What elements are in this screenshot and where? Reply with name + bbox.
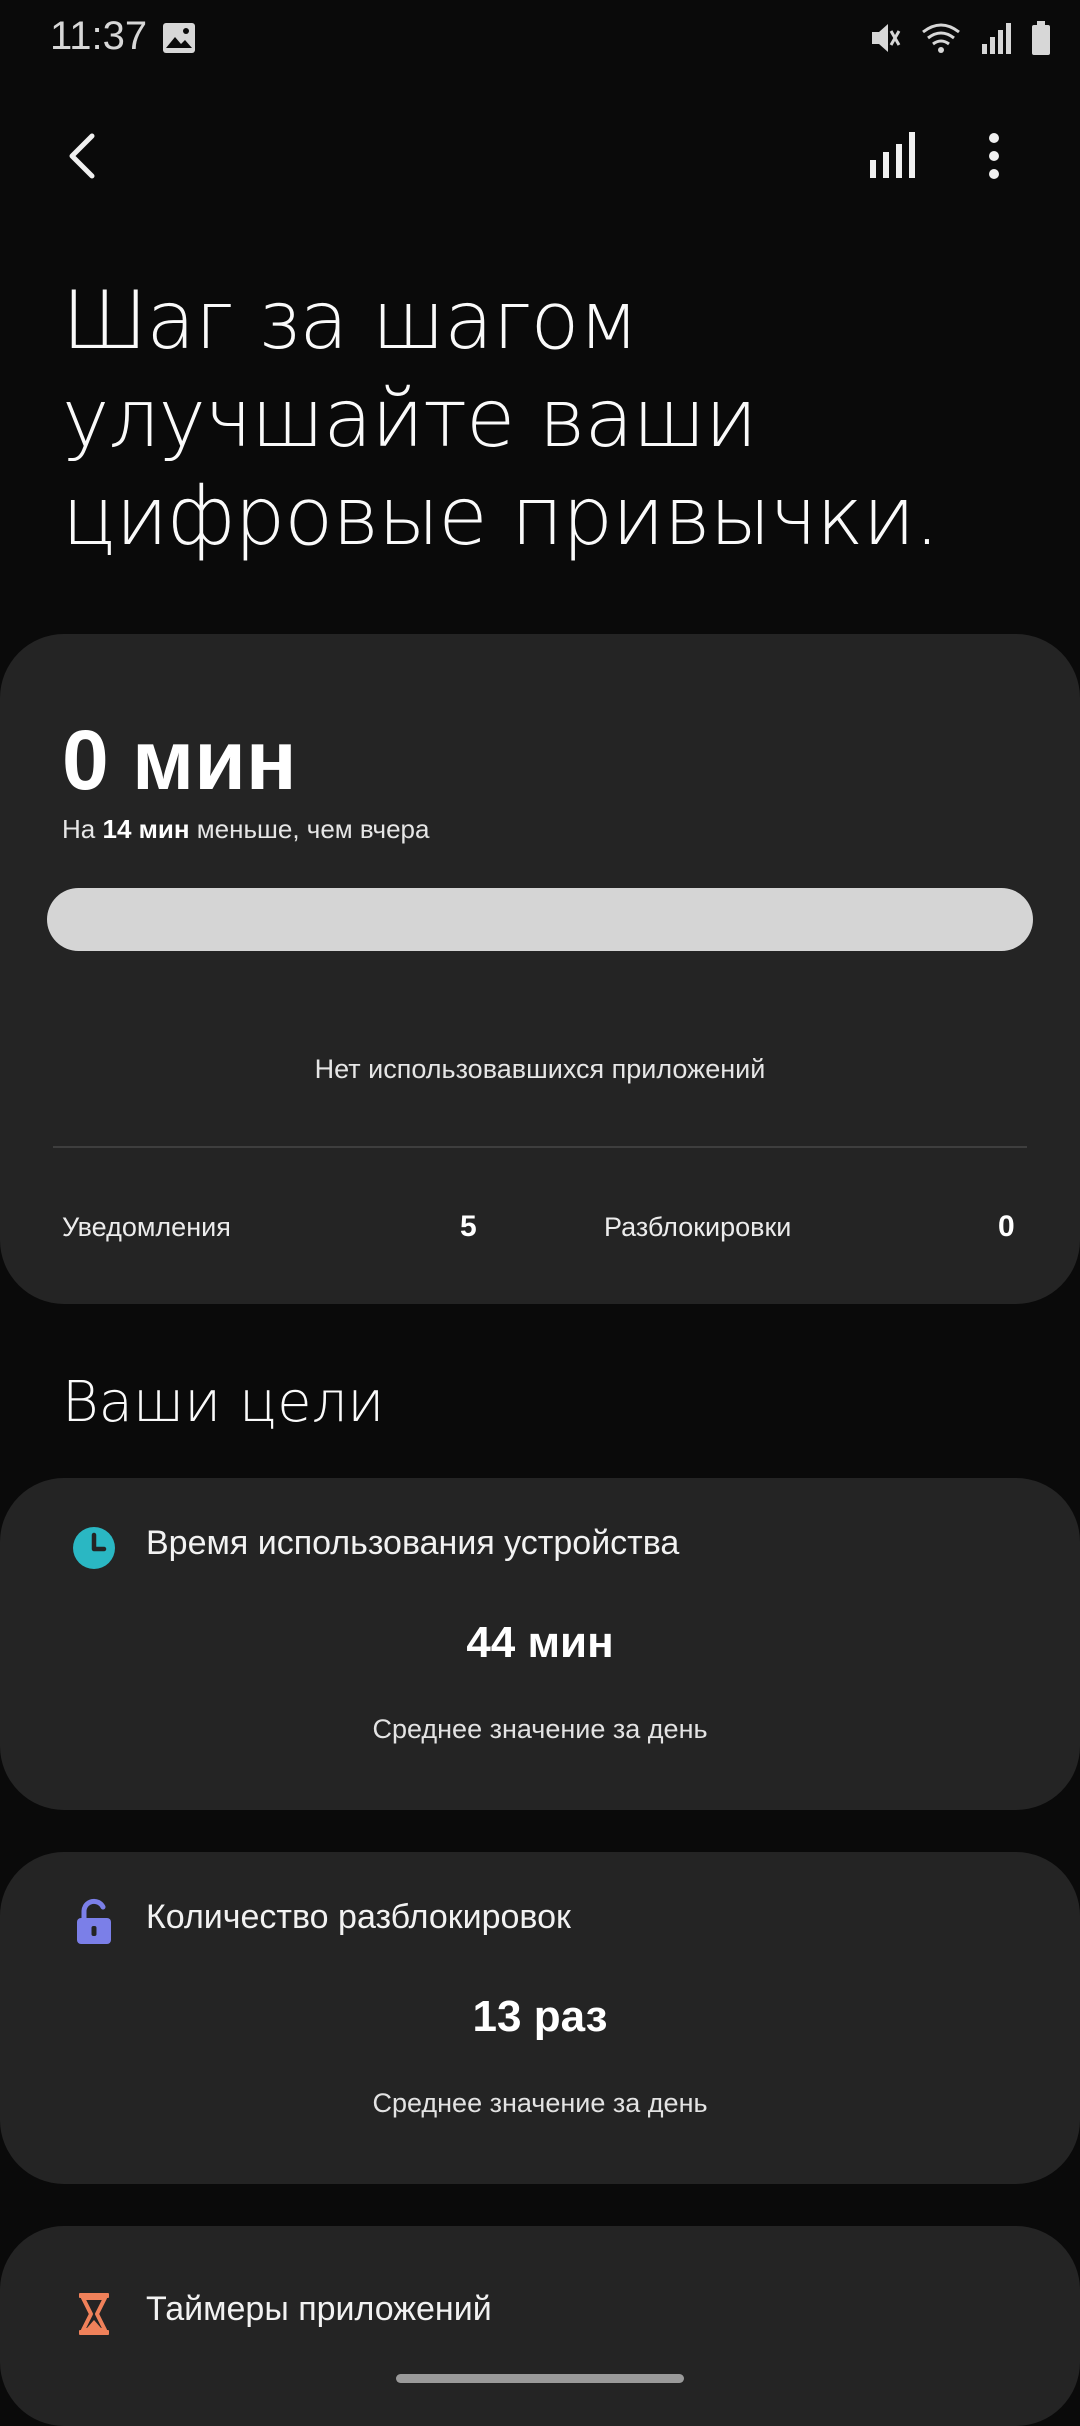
divider bbox=[53, 1146, 1027, 1148]
bar-chart-icon[interactable] bbox=[866, 128, 922, 184]
signal-icon bbox=[982, 23, 1011, 54]
more-vert-icon[interactable] bbox=[974, 128, 1014, 184]
wifi-icon bbox=[922, 23, 960, 53]
unlocks-value: 0 bbox=[998, 1210, 1015, 1243]
page-title-line-3: цифровые привычки. bbox=[62, 470, 940, 563]
compare-suffix: меньше, чем вчера bbox=[196, 814, 430, 844]
usage-time-value: 0 мин bbox=[62, 713, 297, 807]
notifications-label: Уведомления bbox=[62, 1212, 231, 1242]
status-time: 11:37 bbox=[50, 14, 148, 58]
goal-subtitle: Среднее значение за день bbox=[372, 1714, 708, 1744]
page-title-line-1: Шаг за шагом bbox=[62, 274, 639, 367]
no-apps-text: Нет использовавшихся приложений bbox=[314, 1054, 766, 1084]
goals-heading: Ваши цели bbox=[62, 1370, 385, 1435]
battery-icon bbox=[1032, 21, 1050, 55]
unlock-icon bbox=[77, 1898, 111, 1944]
back-arrow-icon[interactable] bbox=[58, 128, 114, 184]
compare-amount: 14 мин bbox=[102, 814, 190, 844]
gallery-icon bbox=[163, 23, 195, 53]
page-title: Шаг за шагом улучшайте ваши цифровые при… bbox=[62, 272, 1022, 566]
mute-icon bbox=[872, 24, 901, 52]
goal-subtitle: Среднее значение за день bbox=[372, 2088, 708, 2118]
goal-value: 13 раз bbox=[472, 1992, 608, 2041]
goal-title: Количество разблокировок bbox=[146, 1898, 571, 1936]
page-title-line-2: улучшайте ваши bbox=[62, 372, 758, 465]
notifications-value: 5 bbox=[460, 1210, 477, 1243]
unlocks-label: Разблокировки bbox=[604, 1212, 792, 1242]
goal-value: 44 мин bbox=[466, 1618, 614, 1667]
home-indicator[interactable] bbox=[396, 2374, 684, 2383]
status-icons bbox=[868, 20, 1052, 56]
goal-title: Время использования устройства bbox=[146, 1524, 680, 1562]
hourglass-icon bbox=[79, 2293, 109, 2335]
compare-prefix: На bbox=[62, 814, 96, 844]
clock-icon bbox=[73, 1527, 115, 1569]
goal-title: Таймеры приложений bbox=[146, 2290, 492, 2328]
usage-compare-text: На 14 мин меньше, чем вчера bbox=[62, 814, 429, 845]
usage-bar bbox=[47, 888, 1033, 951]
